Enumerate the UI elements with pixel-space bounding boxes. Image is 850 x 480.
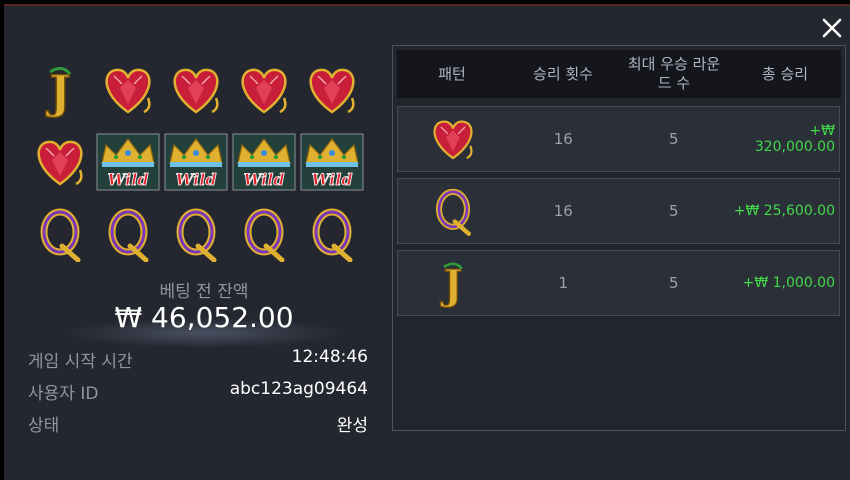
reel-cell: J bbox=[26, 54, 94, 126]
table-row: J 1 5 +₩ 1,000.00 bbox=[397, 250, 840, 316]
reel-cell: Wild bbox=[298, 126, 366, 198]
jack-j-symbol: J bbox=[439, 259, 463, 308]
wild-crown-symbol: Wild bbox=[232, 133, 296, 191]
reel-cell bbox=[230, 54, 298, 126]
header-wins: 승리 횟수 bbox=[533, 64, 593, 83]
start-time-label: 게임 시작 시간 bbox=[28, 352, 133, 372]
svg-text:Q: Q bbox=[60, 238, 61, 240]
wins-cell: 16 bbox=[553, 130, 573, 148]
pattern-cell bbox=[398, 114, 508, 164]
reel-grid: J Wild Wild Wild Wild Q bbox=[26, 54, 366, 270]
reel-cell bbox=[94, 54, 162, 126]
max-rounds-cell: 5 bbox=[668, 202, 679, 220]
pattern-cell bbox=[398, 186, 508, 236]
header-max-rounds-line2: 드 수 bbox=[657, 74, 691, 92]
user-id-label: 사용자 ID bbox=[28, 384, 99, 404]
header-max-rounds-line1: 최대 우승 라운 bbox=[627, 55, 721, 73]
svg-text:Wild: Wild bbox=[107, 170, 148, 189]
svg-text:Wild: Wild bbox=[311, 170, 352, 189]
wild-crown-symbol: Wild bbox=[96, 133, 160, 191]
reel-cell bbox=[26, 126, 94, 198]
max-rounds-cell: 5 bbox=[668, 274, 679, 292]
win-table-panel: 패턴 승리 횟수 최대 우승 라운 드 수 총 승리 16 5 +₩ 320,0… bbox=[392, 45, 846, 431]
ruby-heart-symbol bbox=[433, 120, 473, 160]
reel-row-1: J bbox=[26, 54, 366, 126]
queen-q-symbol bbox=[435, 188, 471, 236]
svg-text:Wild: Wild bbox=[175, 170, 216, 189]
balance-label: 베팅 전 잔액 bbox=[159, 282, 249, 302]
info-user-id: 사용자 ID abc123ag09464 bbox=[28, 379, 368, 404]
max-rounds-cell: 5 bbox=[668, 130, 679, 148]
reel-cell: Wild bbox=[162, 126, 230, 198]
total-win-cell: +₩ 320,000.00 bbox=[754, 123, 835, 155]
status-value: 완성 bbox=[336, 416, 368, 436]
info-start-time: 게임 시작 시간 12:48:46 bbox=[28, 347, 368, 372]
close-button[interactable] bbox=[820, 16, 844, 40]
game-history-dialog: J Wild Wild Wild Wild Q 베팅 전 잔액 ₩ 46,052… bbox=[4, 4, 850, 480]
win-table-header: 패턴 승리 횟수 최대 우승 라운 드 수 총 승리 bbox=[397, 50, 841, 98]
reel-cell bbox=[298, 198, 366, 270]
queen-q-symbol bbox=[312, 208, 353, 262]
reel-cell bbox=[162, 198, 230, 270]
ruby-heart-symbol bbox=[241, 68, 287, 114]
reel-cell: Wild bbox=[94, 126, 162, 198]
user-id-value: abc123ag09464 bbox=[229, 379, 368, 399]
table-row: 16 5 +₩ 320,000.00 bbox=[397, 106, 840, 172]
header-pattern: 패턴 bbox=[438, 64, 466, 83]
queen-q-symbol bbox=[108, 208, 149, 262]
ruby-heart-symbol bbox=[105, 68, 151, 114]
header-max-rounds: 최대 우승 라운 드 수 bbox=[619, 55, 729, 93]
wins-cell: 16 bbox=[553, 202, 573, 220]
table-row: 16 5 +₩ 25,600.00 bbox=[397, 178, 840, 244]
reel-cell: Q bbox=[26, 198, 94, 270]
reel-row-2: Wild Wild Wild Wild bbox=[26, 126, 366, 198]
reel-cell bbox=[94, 198, 162, 270]
total-win-cell: +₩ 1,000.00 bbox=[742, 275, 835, 291]
ruby-heart-symbol bbox=[309, 68, 355, 114]
total-win-cell: +₩ 25,600.00 bbox=[733, 203, 835, 219]
reel-cell bbox=[162, 54, 230, 126]
wins-cell: 1 bbox=[558, 274, 569, 292]
close-icon bbox=[822, 18, 842, 38]
reel-cell bbox=[230, 198, 298, 270]
wild-crown-symbol: Wild bbox=[164, 133, 228, 191]
ruby-heart-symbol bbox=[173, 68, 219, 114]
wild-crown-symbol: Wild bbox=[300, 133, 364, 191]
header-total: 총 승리 bbox=[761, 64, 809, 83]
reel-row-3: Q bbox=[26, 198, 366, 270]
ruby-heart-symbol bbox=[37, 140, 83, 186]
jack-j-symbol: J bbox=[44, 64, 71, 118]
queen-q-symbol: Q bbox=[40, 208, 81, 262]
reel-cell: Wild bbox=[230, 126, 298, 198]
balance-amount: ₩ 46,052.00 bbox=[114, 301, 294, 334]
pattern-cell: J bbox=[398, 258, 508, 308]
start-time-value: 12:48:46 bbox=[291, 347, 368, 367]
svg-text:Wild: Wild bbox=[243, 170, 284, 189]
queen-q-symbol bbox=[244, 208, 285, 262]
info-status: 상태 완성 bbox=[28, 411, 368, 436]
status-label: 상태 bbox=[28, 416, 60, 436]
reel-cell bbox=[298, 54, 366, 126]
queen-q-symbol bbox=[176, 208, 217, 262]
